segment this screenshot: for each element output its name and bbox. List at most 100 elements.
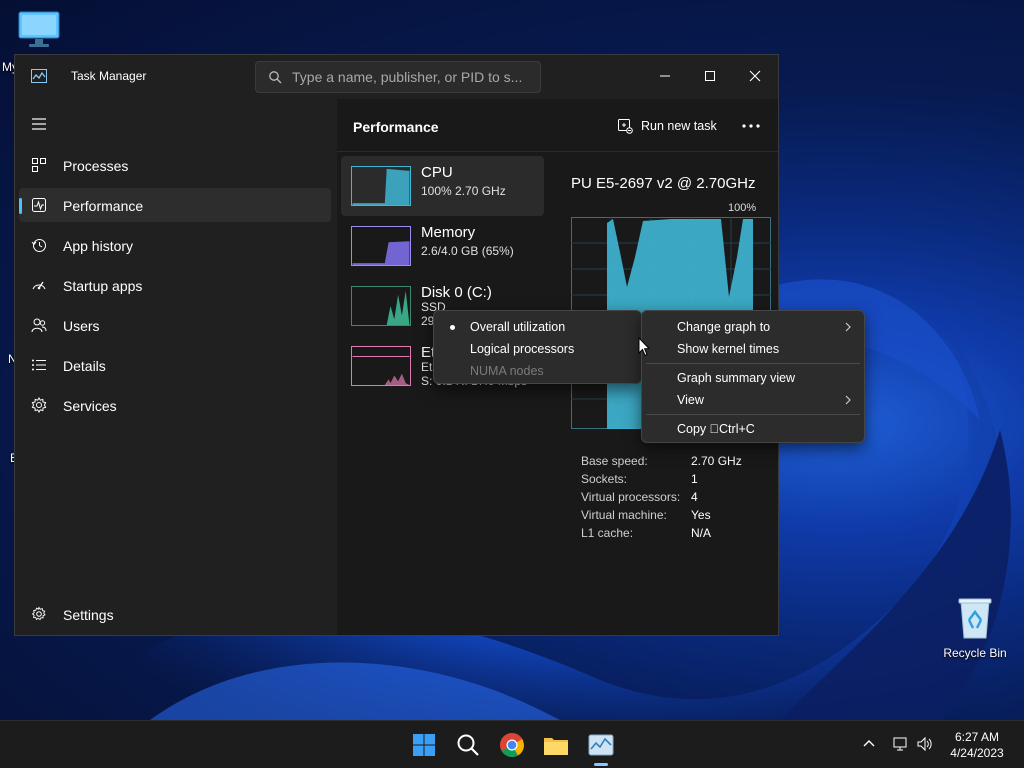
- chrome-icon[interactable]: [498, 731, 526, 759]
- search-icon[interactable]: [454, 731, 482, 759]
- file-explorer-icon[interactable]: [542, 731, 570, 759]
- search-icon: [269, 71, 282, 84]
- spec-label: Virtual processors:: [581, 490, 681, 504]
- chevron-right-icon: [845, 322, 851, 332]
- maximize-icon: [705, 71, 715, 81]
- menu-item-label: Show kernel times: [677, 342, 780, 356]
- disk-thumbnail-graph: [351, 286, 411, 326]
- spec-value: 4: [691, 490, 698, 504]
- system-clock[interactable]: 6:27 AM 4/24/2023: [940, 729, 1014, 761]
- more-options-icon[interactable]: [739, 119, 763, 133]
- run-task-icon: [618, 119, 633, 134]
- task-manager-app-icon: [31, 69, 47, 83]
- spec-row: Virtual machine: Yes: [581, 508, 761, 526]
- spec-row: L1 cache: N/A: [581, 526, 761, 544]
- menu-item-view[interactable]: View: [642, 389, 864, 411]
- sidebar-item-label: Details: [63, 358, 106, 374]
- spec-value: 2.70 GHz: [691, 454, 742, 468]
- header-divider: [337, 151, 778, 152]
- sidebar: Processes Performance App history Startu…: [15, 99, 337, 635]
- processes-icon: [32, 158, 46, 172]
- menu-item-logical-processors[interactable]: Logical processors: [434, 338, 641, 360]
- start-icon[interactable]: [410, 731, 438, 759]
- chevron-up-icon[interactable]: [860, 735, 878, 753]
- sidebar-item-label: Services: [63, 398, 117, 414]
- menu-divider: [646, 414, 860, 415]
- task-manager-icon[interactable]: [587, 731, 615, 759]
- run-new-task-button[interactable]: Run new task: [617, 113, 717, 139]
- history-icon: [31, 239, 46, 252]
- spec-label: L1 cache:: [581, 526, 634, 540]
- resource-stat: Et: [421, 360, 433, 374]
- menu-item-show-kernel-times[interactable]: Show kernel times: [642, 338, 864, 360]
- menu-item-label: Copy  Ctrl+C: [677, 422, 755, 436]
- sidebar-item-label: Settings: [63, 607, 114, 623]
- spec-label: Virtual machine:: [581, 508, 667, 522]
- spec-value: N/A: [691, 526, 712, 540]
- run-new-task-label: Run new task: [641, 119, 717, 133]
- startup-icon: [32, 281, 46, 290]
- menu-divider: [646, 363, 860, 364]
- resource-item-cpu[interactable]: CPU 100% 2.70 GHz: [341, 156, 544, 216]
- network-icon[interactable]: [892, 735, 910, 753]
- sidebar-item-settings[interactable]: Settings: [19, 597, 331, 631]
- spec-label: Base speed:: [581, 454, 648, 468]
- spec-value: 1: [691, 472, 698, 486]
- menu-item-graph-summary-view[interactable]: Graph summary view: [642, 367, 864, 389]
- menu-item-change-graph-to[interactable]: Change graph to: [642, 316, 864, 338]
- details-icon: [32, 359, 46, 371]
- spec-row: Sockets: 1: [581, 472, 761, 490]
- menu-item-label: View: [677, 393, 704, 407]
- graph-type-submenu: Overall utilization Logical processors N…: [433, 310, 642, 384]
- maximize-button[interactable]: [688, 61, 732, 91]
- sidebar-item-label: App history: [63, 238, 134, 254]
- cpu-model-name: PU E5-2697 v2 @ 2.70GHz: [571, 175, 756, 192]
- minimize-button[interactable]: [643, 61, 687, 91]
- cpu-thumbnail-graph: [351, 166, 411, 206]
- gear-icon: [31, 606, 46, 621]
- minimize-icon: [660, 75, 670, 77]
- window-title: Task Manager: [71, 69, 147, 83]
- resource-item-memory[interactable]: Memory 2.6/4.0 GB (65%): [341, 216, 544, 276]
- search-input[interactable]: [292, 66, 528, 88]
- panel-header: Performance Run new task: [337, 99, 778, 151]
- hamburger-menu-icon[interactable]: [29, 115, 49, 133]
- sidebar-item-users[interactable]: Users: [19, 308, 331, 342]
- menu-item-overall-utilization[interactable]: Overall utilization: [434, 316, 641, 338]
- sidebar-item-label: Users: [63, 318, 100, 334]
- menu-item-label: Logical processors: [470, 342, 575, 356]
- spec-value: Yes: [691, 508, 711, 522]
- menu-item-label: Overall utilization: [470, 320, 566, 334]
- selected-bullet-icon: [450, 325, 455, 330]
- menu-item-copy[interactable]: Copy  Ctrl+C: [642, 418, 864, 440]
- sidebar-item-app-history[interactable]: App history: [19, 228, 331, 262]
- close-button[interactable]: [733, 61, 777, 91]
- desktop-icon-computer[interactable]: [14, 10, 64, 53]
- sidebar-item-performance[interactable]: Performance: [19, 188, 331, 222]
- recycle-bin-icon: [958, 598, 992, 639]
- resource-name: Disk 0 (C:): [421, 284, 492, 301]
- sidebar-item-services[interactable]: Services: [19, 388, 331, 422]
- sidebar-item-processes[interactable]: Processes: [19, 148, 331, 182]
- menu-item-label: Graph summary view: [677, 371, 796, 385]
- menu-item-numa-nodes: NUMA nodes: [434, 360, 641, 382]
- resource-name: Memory: [421, 224, 476, 241]
- sidebar-item-details[interactable]: Details: [19, 348, 331, 382]
- title-bar[interactable]: Task Manager: [15, 55, 778, 99]
- sidebar-item-startup-apps[interactable]: Startup apps: [19, 268, 331, 302]
- users-icon: [31, 318, 47, 333]
- page-title: Performance: [353, 119, 439, 135]
- graph-context-menu: Change graph to Show kernel times Graph …: [641, 310, 865, 443]
- chevron-right-icon: [845, 395, 851, 405]
- spec-label: Sockets:: [581, 472, 628, 486]
- resource-name: CPU: [421, 164, 453, 181]
- mouse-cursor-icon: [638, 337, 650, 357]
- active-app-indicator: [594, 763, 608, 766]
- search-box[interactable]: [255, 61, 541, 93]
- resource-stat: 100% 2.70 GHz: [421, 184, 506, 198]
- desktop-icon-recycle-bin[interactable]: Recycle Bin: [940, 596, 1010, 660]
- performance-icon: [32, 198, 46, 212]
- spec-row: Virtual processors: 4: [581, 490, 761, 508]
- cpu-specs: Base speed: 2.70 GHz Sockets: 1 Virtual …: [581, 454, 761, 544]
- volume-icon[interactable]: [916, 735, 934, 753]
